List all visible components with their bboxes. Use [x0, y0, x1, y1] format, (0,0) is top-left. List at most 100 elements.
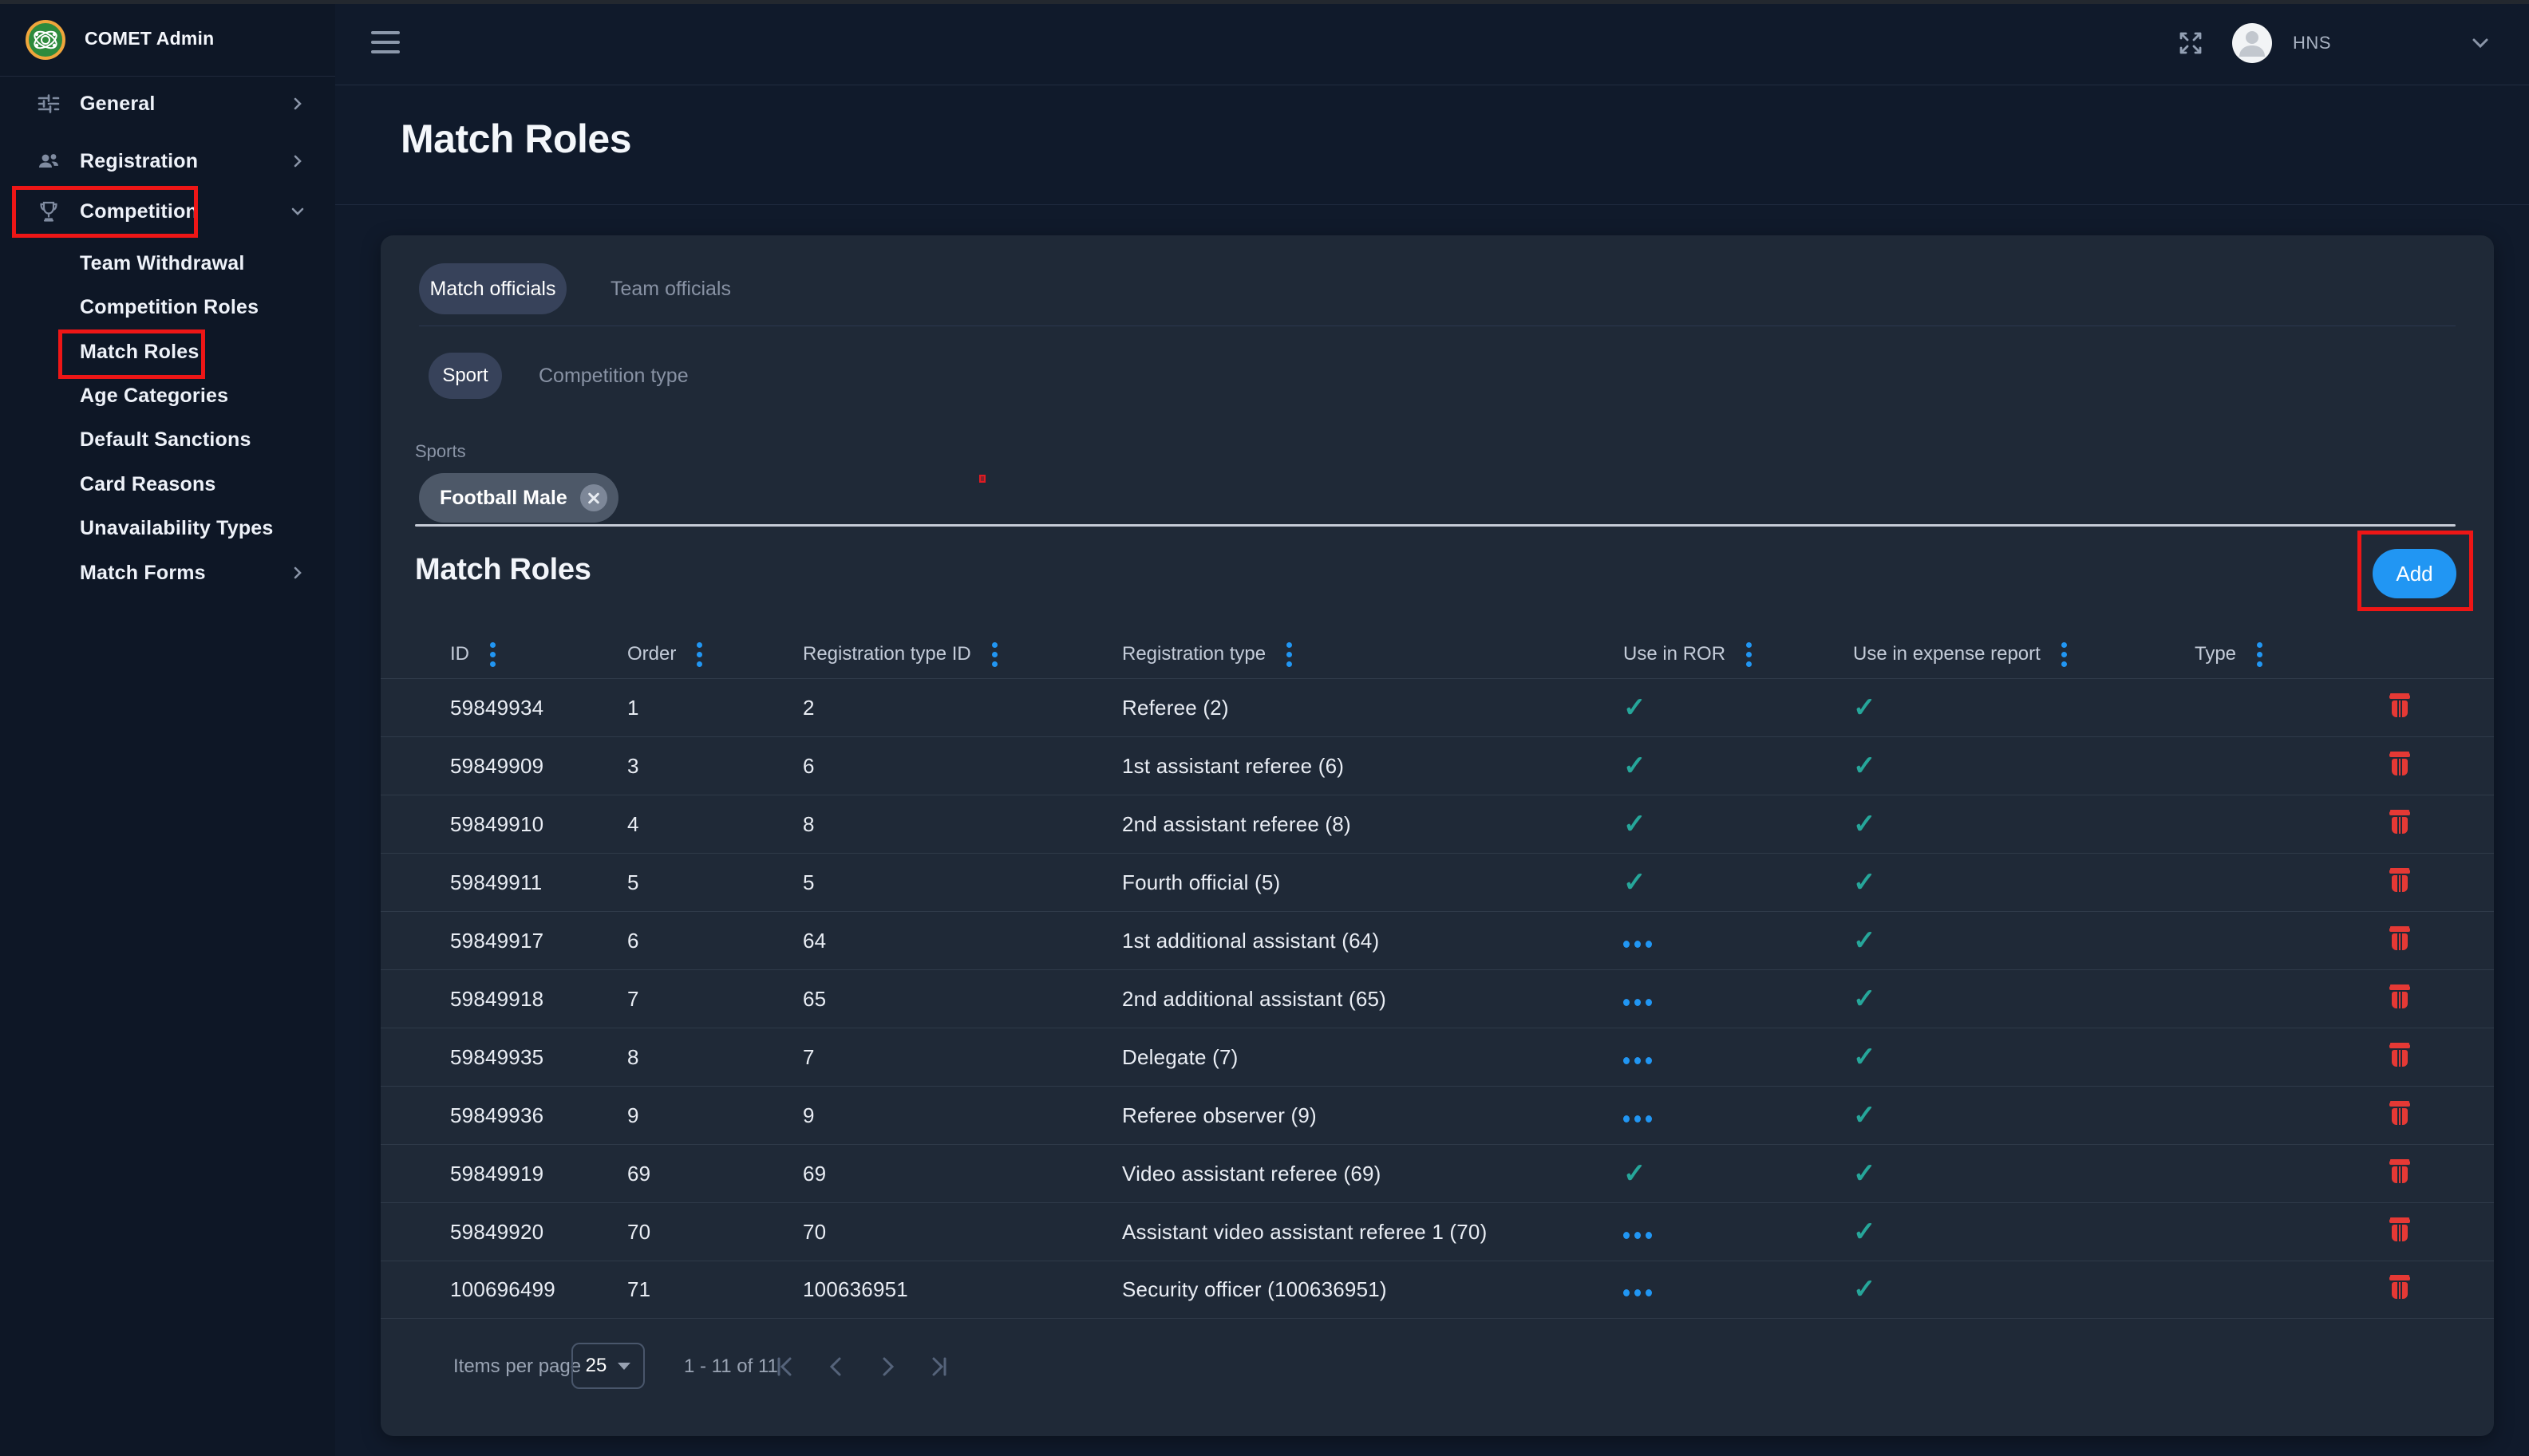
- tab-team-officials[interactable]: Team officials: [611, 263, 731, 314]
- column-header-type: Type: [2160, 642, 2338, 667]
- sidebar-item-label: Competition: [80, 200, 198, 223]
- cell-id: 59849917: [415, 929, 592, 953]
- cell-actions: [2338, 692, 2456, 724]
- sidebar-item-unavailability-types[interactable]: Unavailability Types: [0, 507, 335, 550]
- column-menu-icon[interactable]: [992, 642, 998, 667]
- cell-use-in-ror: ✓: [1588, 1220, 1818, 1245]
- more-dots-icon[interactable]: [1623, 999, 1652, 1006]
- tab-match-officials[interactable]: Match officials: [419, 263, 567, 314]
- previous-page-icon[interactable]: [823, 1353, 850, 1380]
- cell-reg-type: Fourth official (5): [1087, 870, 1588, 895]
- delete-icon[interactable]: [2389, 692, 2410, 718]
- cell-order: 8: [592, 1045, 768, 1070]
- more-dots-icon[interactable]: [1623, 941, 1652, 948]
- sports-input-underline: [415, 524, 2456, 527]
- column-menu-icon[interactable]: [697, 642, 702, 667]
- next-page-icon[interactable]: [874, 1353, 901, 1380]
- sidebar-item-label: Team Withdrawal: [80, 252, 245, 275]
- sidebar-item-competition-roles[interactable]: Competition Roles: [0, 286, 335, 329]
- sidebar-item-team-withdrawal[interactable]: Team Withdrawal: [0, 242, 335, 285]
- page-size-select[interactable]: 25: [571, 1343, 645, 1389]
- cell-reg-type-id: 2: [768, 696, 1087, 720]
- column-menu-icon[interactable]: [2257, 642, 2262, 667]
- delete-icon[interactable]: [2389, 1158, 2410, 1184]
- tab-sport[interactable]: Sport: [429, 353, 502, 399]
- check-icon: ✓: [1853, 752, 1876, 779]
- sport-chip[interactable]: Football Male: [419, 473, 618, 523]
- more-dots-icon[interactable]: [1623, 1057, 1652, 1064]
- sidebar-item-registration[interactable]: Registration: [0, 136, 335, 187]
- page-header: Match Roles: [335, 85, 2529, 205]
- sidebar-item-general[interactable]: General: [0, 78, 335, 129]
- more-dots-icon[interactable]: [1623, 1115, 1652, 1123]
- topbar: HNS: [335, 0, 2529, 85]
- delete-icon[interactable]: [2389, 984, 2410, 1009]
- cell-reg-type: Security officer (100636951): [1087, 1277, 1588, 1302]
- fullscreen-icon[interactable]: [2176, 29, 2205, 57]
- check-icon: ✓: [1853, 1218, 1876, 1245]
- comet-admin-screen: COMET Admin General Regi: [0, 0, 2529, 1456]
- last-page-icon[interactable]: [925, 1353, 952, 1380]
- check-icon: ✓: [1853, 1160, 1876, 1187]
- delete-icon[interactable]: [2389, 925, 2410, 951]
- add-button[interactable]: Add: [2373, 549, 2456, 598]
- annotation-dot: [979, 475, 986, 483]
- cell-use-in-ror: ✓: [1588, 811, 1818, 838]
- section-title: Match Roles: [415, 553, 591, 587]
- table-row: 59849935 8 7 Delegate (7) ✓ ✓: [381, 1028, 2494, 1086]
- check-icon: ✓: [1623, 1160, 1646, 1187]
- check-icon: ✓: [1853, 694, 1876, 721]
- check-icon: ✓: [1853, 927, 1876, 954]
- delete-icon[interactable]: [2389, 1274, 2410, 1300]
- cell-id: 59849918: [415, 987, 592, 1012]
- cell-use-in-expense: ✓: [1818, 985, 2160, 1013]
- cell-use-in-ror: ✓: [1588, 869, 1818, 897]
- sidebar-item-match-forms[interactable]: Match Forms: [0, 551, 335, 594]
- cell-id: 59849910: [415, 812, 592, 837]
- table-row: 59849936 9 9 Referee observer (9) ✓ ✓: [381, 1086, 2494, 1144]
- column-menu-icon[interactable]: [490, 642, 496, 667]
- delete-icon[interactable]: [2389, 1217, 2410, 1242]
- more-dots-icon[interactable]: [1623, 1232, 1652, 1239]
- cell-use-in-ror: ✓: [1588, 1045, 1818, 1070]
- cell-reg-type: Delegate (7): [1087, 1045, 1588, 1070]
- sidebar-item-card-reasons[interactable]: Card Reasons: [0, 463, 335, 506]
- cell-id: 59849935: [415, 1045, 592, 1070]
- first-page-icon[interactable]: [772, 1353, 799, 1380]
- sidebar-item-competition[interactable]: Competition: [0, 186, 335, 237]
- sidebar-item-label: Match Roles: [80, 341, 199, 364]
- chip-remove-icon[interactable]: [580, 484, 607, 511]
- cell-id: 59849911: [415, 870, 592, 895]
- check-icon: ✓: [1853, 1276, 1876, 1303]
- delete-icon[interactable]: [2389, 809, 2410, 835]
- sidebar-item-age-categories[interactable]: Age Categories: [0, 374, 335, 417]
- cell-order: 71: [592, 1277, 768, 1302]
- sidebar-item-default-sanctions[interactable]: Default Sanctions: [0, 418, 335, 461]
- sidebar-item-match-roles[interactable]: Match Roles: [0, 330, 335, 373]
- more-dots-icon[interactable]: [1623, 1289, 1652, 1296]
- column-menu-icon[interactable]: [2061, 642, 2067, 667]
- cell-order: 69: [592, 1162, 768, 1186]
- cell-actions: [2338, 1042, 2456, 1073]
- cell-use-in-expense: ✓: [1818, 694, 2160, 722]
- cell-reg-type: Video assistant referee (69): [1087, 1162, 1588, 1186]
- delete-icon[interactable]: [2389, 1100, 2410, 1126]
- avatar[interactable]: [2232, 23, 2272, 63]
- menu-toggle-icon[interactable]: [371, 31, 400, 53]
- cell-reg-type: Referee observer (9): [1087, 1103, 1588, 1128]
- delete-icon[interactable]: [2389, 751, 2410, 776]
- cell-use-in-ror: ✓: [1588, 929, 1818, 953]
- tab-competition-type[interactable]: Competition type: [539, 353, 689, 399]
- cell-order: 3: [592, 754, 768, 779]
- delete-icon[interactable]: [2389, 1042, 2410, 1067]
- column-menu-icon[interactable]: [1286, 642, 1292, 667]
- column-menu-icon[interactable]: [1746, 642, 1752, 667]
- delete-icon[interactable]: [2389, 867, 2410, 893]
- cell-id: 59849919: [415, 1162, 592, 1186]
- chevron-right-icon: [290, 154, 305, 168]
- cell-actions: [2338, 984, 2456, 1015]
- user-menu-chevron-icon[interactable]: [2470, 33, 2491, 53]
- table-row: 100696499 71 100636951 Security officer …: [381, 1261, 2494, 1319]
- app-title: COMET Admin: [85, 0, 214, 77]
- cell-use-in-expense: ✓: [1818, 1276, 2160, 1304]
